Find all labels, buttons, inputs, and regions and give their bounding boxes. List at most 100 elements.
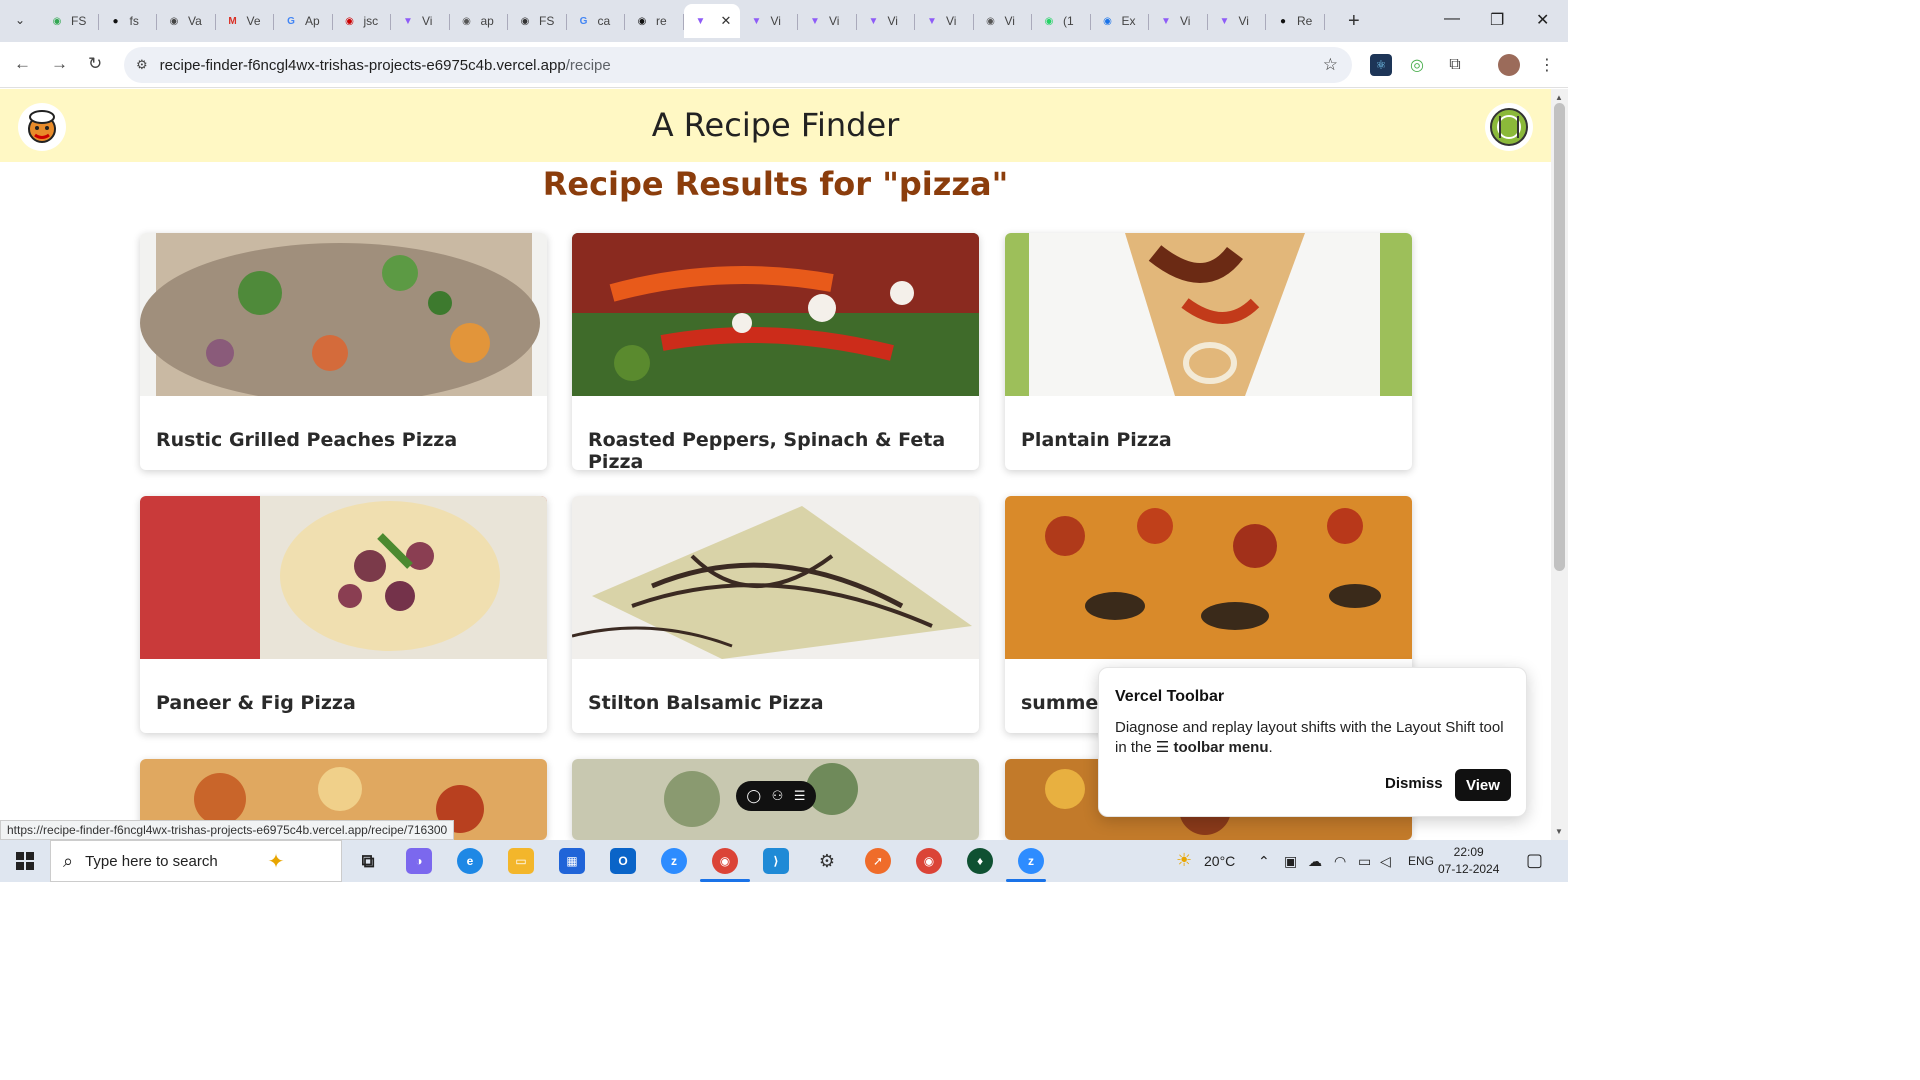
- battery-icon[interactable]: ▭: [1358, 853, 1371, 870]
- browser-tab[interactable]: ▼ Vi: [857, 4, 916, 38]
- recipe-image[interactable]: [140, 233, 547, 396]
- browser-tab[interactable]: ◉ re: [625, 4, 684, 38]
- vercel-toolbar-pill[interactable]: ◯ ⚇ ☰: [736, 781, 816, 811]
- browser-tab[interactable]: ◉ FS: [508, 4, 567, 38]
- recipe-card[interactable]: Rustic Grilled Peaches Pizza: [140, 233, 547, 470]
- browser-tab[interactable]: ▼ Vi: [1149, 4, 1208, 38]
- recipe-image[interactable]: [140, 496, 547, 659]
- new-tab-plus-icon[interactable]: +: [1348, 10, 1360, 33]
- browser-tab[interactable]: ▼ Vi: [391, 4, 450, 38]
- scroll-down-icon[interactable]: ▼: [1555, 827, 1563, 836]
- language-indicator[interactable]: ENG: [1408, 854, 1434, 868]
- reload-icon[interactable]: ↻: [88, 54, 102, 74]
- fork-knife-logo-icon[interactable]: [1485, 103, 1533, 151]
- scrollbar-thumb[interactable]: [1554, 103, 1565, 571]
- browser-tab[interactable]: ● Re: [1266, 4, 1325, 38]
- share-user-icon[interactable]: ⚇: [772, 788, 784, 804]
- vscode-icon[interactable]: ⟩: [763, 848, 789, 874]
- zoom-icon[interactable]: z: [661, 848, 687, 874]
- bookmark-star-icon[interactable]: ☆: [1323, 55, 1338, 75]
- temperature[interactable]: 20°C: [1204, 853, 1235, 869]
- scroll-up-icon[interactable]: ▲: [1555, 93, 1563, 102]
- dismiss-button[interactable]: Dismiss: [1385, 775, 1443, 792]
- edge-icon[interactable]: e: [457, 848, 483, 874]
- tray-chevron-icon[interactable]: ⌃: [1258, 853, 1270, 870]
- restore-icon[interactable]: ❐: [1490, 10, 1504, 30]
- browser-tab[interactable]: ● fs: [99, 4, 158, 38]
- recipe-name[interactable]: Roasted Peppers, Spinach & Feta Pizza: [588, 429, 979, 470]
- windows-start-icon[interactable]: [16, 852, 34, 870]
- task-view-icon[interactable]: ⧉: [355, 848, 381, 874]
- browser-tab[interactable]: G Ap: [274, 4, 333, 38]
- recipe-name[interactable]: Rustic Grilled Peaches Pizza: [156, 429, 457, 451]
- weather-icon[interactable]: ☀: [1176, 850, 1192, 871]
- url-domain: recipe-finder-f6ncgl4wx-trishas-projects…: [159, 56, 566, 74]
- notifications-icon[interactable]: ▢: [1526, 850, 1543, 871]
- browser-tab[interactable]: ◉ Vi: [974, 4, 1033, 38]
- close-window-icon[interactable]: ✕: [1536, 10, 1549, 30]
- recipe-card[interactable]: Roasted Peppers, Spinach & Feta Pizza: [572, 233, 979, 470]
- file-explorer-icon[interactable]: ▭: [508, 848, 534, 874]
- minimize-icon[interactable]: —: [1444, 10, 1460, 28]
- browser-tab[interactable]: ◉ FS: [40, 4, 99, 38]
- chrome-icon[interactable]: ◉: [712, 848, 738, 874]
- extensions-puzzle-icon[interactable]: ⧉: [1444, 54, 1466, 76]
- browser-tab[interactable]: ◉ Ex: [1091, 4, 1150, 38]
- browser-tab[interactable]: ◉ jsc: [333, 4, 392, 38]
- tab-search-chevron-icon[interactable]: ⌄: [8, 8, 32, 32]
- extension-swirl-icon[interactable]: ◎: [1406, 54, 1428, 76]
- address-bar[interactable]: ⚙ recipe-finder-f6ncgl4wx-trishas-projec…: [124, 47, 1352, 83]
- browser-tab[interactable]: M Ve: [216, 4, 275, 38]
- recipe-image[interactable]: [1005, 496, 1412, 659]
- outlook-icon[interactable]: O: [610, 848, 636, 874]
- onedrive-icon[interactable]: ☁: [1308, 853, 1322, 870]
- toolbar-menu-icon[interactable]: ☰: [794, 788, 806, 804]
- browser-tab[interactable]: ▼ Vi: [740, 4, 799, 38]
- browser-menu-icon[interactable]: ⋮: [1536, 54, 1558, 76]
- recipe-card[interactable]: Paneer & Fig Pizza: [140, 496, 547, 733]
- browser-tab[interactable]: ◉ ap: [450, 4, 509, 38]
- wifi-icon[interactable]: ◠: [1334, 853, 1346, 870]
- comment-icon[interactable]: ◯: [747, 788, 762, 804]
- hamburger-menu-icon: ☰: [1155, 739, 1170, 756]
- react-devtools-icon[interactable]: ⚛: [1370, 54, 1392, 76]
- browser-tab[interactable]: Gca: [567, 4, 626, 38]
- browser-tab[interactable]: ◉ Va: [157, 4, 216, 38]
- recipe-image[interactable]: [572, 233, 979, 396]
- volume-icon[interactable]: ◁: [1380, 853, 1391, 870]
- browser-tab[interactable]: ◉ (1: [1032, 4, 1091, 38]
- copilot-sparkle-icon[interactable]: ✦: [268, 849, 285, 874]
- meet-icon[interactable]: ▣: [1284, 853, 1297, 870]
- recipe-image[interactable]: [572, 496, 979, 659]
- tab-active[interactable]: ▼ ✕: [683, 4, 740, 38]
- recipe-image[interactable]: [1005, 233, 1412, 396]
- settings-gear-icon[interactable]: ⚙: [814, 848, 840, 874]
- forward-arrow-icon[interactable]: →: [51, 54, 68, 74]
- recipe-card[interactable]: Stilton Balsamic Pizza: [572, 496, 979, 733]
- copilot-icon[interactable]: ◑: [406, 848, 432, 874]
- tab-label: Ve: [246, 14, 261, 28]
- view-button[interactable]: View: [1455, 769, 1511, 801]
- recipe-card[interactable]: Plantain Pizza: [1005, 233, 1412, 470]
- google-icon: G: [287, 15, 295, 27]
- recipe-name[interactable]: Paneer & Fig Pizza: [156, 692, 356, 714]
- postman-icon[interactable]: ➚: [865, 848, 891, 874]
- browser-tab[interactable]: ▼ Vi: [915, 4, 974, 38]
- close-tab-icon[interactable]: ✕: [721, 13, 732, 29]
- profile-avatar[interactable]: [1498, 54, 1520, 76]
- taskbar-clock[interactable]: 22:09 07-12-2024: [1438, 844, 1499, 878]
- zoom-meeting-icon[interactable]: z: [1018, 848, 1044, 874]
- mongodb-icon[interactable]: ♦: [967, 848, 993, 874]
- store-icon[interactable]: ▦: [559, 848, 585, 874]
- taskbar-search[interactable]: ⌕ Type here to search ✦: [50, 840, 342, 882]
- site-info-icon[interactable]: ⚙: [136, 57, 148, 73]
- browser-tab[interactable]: ▼ Vi: [798, 4, 857, 38]
- back-arrow-icon[interactable]: ←: [14, 54, 31, 74]
- page-scrollbar[interactable]: ▲ ▼: [1551, 89, 1568, 840]
- tab-label: ca: [597, 14, 611, 28]
- recipe-name[interactable]: Stilton Balsamic Pizza: [588, 692, 824, 714]
- browser-tab[interactable]: ▼ Vi: [1208, 4, 1267, 38]
- url-text[interactable]: recipe-finder-f6ncgl4wx-trishas-projects…: [160, 57, 611, 74]
- chrome-profile-icon[interactable]: ◉: [916, 848, 942, 874]
- recipe-name[interactable]: Plantain Pizza: [1021, 429, 1172, 451]
